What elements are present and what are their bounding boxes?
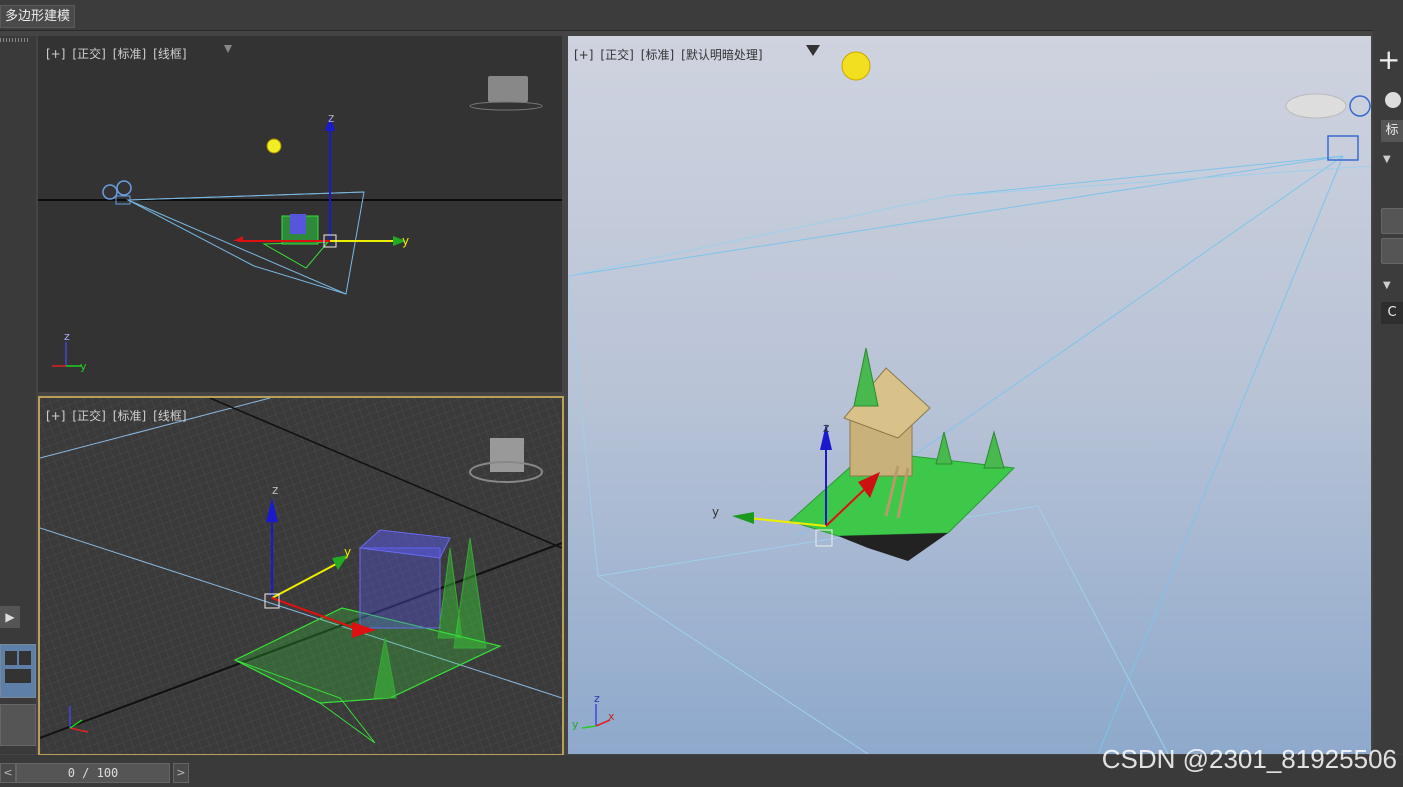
top-toolbar: 多边形建模 [0,0,1403,31]
svg-text:z: z [64,330,70,343]
light-icon [266,138,282,154]
viewcube-icon [1285,93,1347,119]
geometry-sphere-icon[interactable] [1385,92,1401,108]
svg-text:y: y [344,545,351,559]
layout-preset-icon[interactable] [0,704,36,746]
front-view-scene: z y z y [38,45,562,373]
viewport-view-menu[interactable]: [正交] [72,409,105,423]
island-bottom [838,533,948,561]
viewport-label-group: [+] [正交] [标准] [线框] [46,407,194,424]
viewport-plus-menu[interactable]: [+] [46,409,65,423]
camera-icon [102,184,118,200]
object-type-button[interactable] [1381,208,1403,234]
frustum-edge [127,199,347,295]
time-slider[interactable]: 0 / 100 [16,763,170,783]
tree [935,431,953,465]
left-command-strip: ▶ [0,36,36,754]
tree [983,430,1005,469]
home-grid [40,398,562,754]
object-type-button[interactable] [1381,238,1403,264]
rollout-arrow-icon[interactable]: ▼ [1383,154,1391,165]
viewcube-ring [469,101,543,111]
viewport-perspective[interactable]: [+] [正交] [标准] [默认明暗处理] z y z x y [568,36,1371,754]
viewport-layout-icon[interactable] [0,644,36,698]
house-roof [290,214,306,234]
viewcube-icon [488,76,528,102]
viewport-front[interactable]: [+] [正交] [标准] [线框] z y z y [38,36,562,392]
viewport-shading-menu[interactable]: [线框] [153,409,186,423]
perspective-scene: z y z x y [568,45,1371,754]
name-field[interactable]: C [1381,302,1403,324]
rollout-arrow-icon[interactable]: ▼ [1383,280,1391,291]
camera-frustum [126,191,365,295]
filter-icon [806,45,820,56]
viewcube-icon [490,438,524,472]
svg-text:z: z [272,483,278,497]
island-wire [262,241,330,269]
create-plus-icon[interactable]: + [1377,46,1400,74]
svg-text:x: x [608,710,615,723]
svg-text:y: y [712,505,719,519]
frustum-edge [127,191,365,201]
ribbon-tab-polygon-modeling[interactable]: 多边形建模 [0,5,76,28]
camera-icon [116,180,132,196]
y-axis-arrow [732,512,754,524]
svg-text:z: z [328,111,334,125]
svg-text:y: y [402,234,409,248]
standard-primitives-dropdown[interactable]: 标 [1381,120,1403,142]
command-panel: + 标 ▼ ▼ C [1373,30,1403,754]
svg-text:y: y [572,718,579,731]
svg-text:z: z [594,692,600,705]
grip-handle[interactable] [0,38,30,42]
user-view-scene: z y [40,398,562,754]
house-wireframe [359,547,441,629]
viewport-user-active[interactable]: z y [+] [正交] [标准] [线框] [38,396,564,756]
light-icon [841,51,871,81]
prev-frame-button[interactable]: < [0,763,16,783]
svg-text:y: y [80,360,87,373]
viewport-standard-menu[interactable]: [标准] [113,409,146,423]
watermark: CSDN @2301_81925506 [1101,744,1397,774]
filter-icon [224,45,232,53]
tree [853,347,879,407]
next-frame-button[interactable]: > [173,763,189,783]
expand-arrow-icon[interactable]: ▶ [0,606,20,628]
svg-text:z: z [823,421,829,435]
